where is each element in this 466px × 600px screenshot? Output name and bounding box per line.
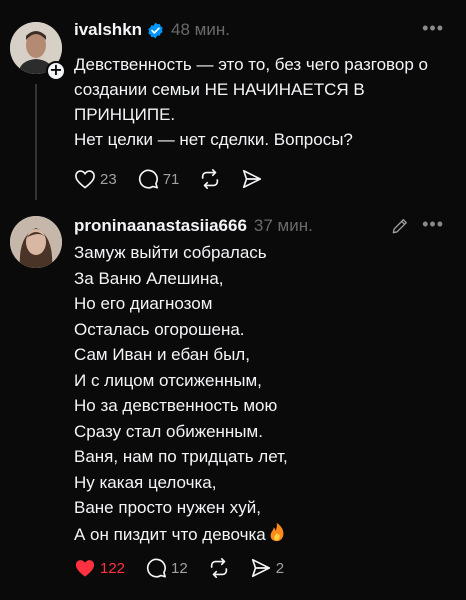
follow-plus-icon[interactable]: + (46, 61, 66, 81)
post-line: Ване просто нужен хуй, (74, 498, 261, 517)
post-actions: 122 12 2 (74, 557, 304, 579)
like-count: 122 (100, 559, 126, 577)
post-line: Девственность — это то, без чего разгово… (74, 55, 428, 124)
comment-icon (146, 558, 167, 578)
verified-badge-icon (148, 22, 163, 38)
post-text: Девственность — это то, без чего разгово… (74, 52, 458, 152)
username[interactable]: proninaanastasiia666 (74, 216, 247, 236)
username[interactable]: ivalshkn (74, 20, 142, 40)
more-options-icon[interactable]: ••• (422, 214, 444, 235)
post-line: Осталась огорошена. (74, 319, 245, 339)
repost-icon (210, 558, 227, 578)
post-actions: 23 71 (74, 168, 283, 190)
comment-icon (138, 169, 158, 189)
thread-line (35, 84, 37, 200)
thread-post: proninaanastasiia666 37 мин. ••• Замуж в… (0, 206, 466, 600)
avatar[interactable] (10, 216, 62, 268)
heart-icon (75, 170, 95, 189)
like-button[interactable]: 23 (74, 169, 117, 189)
share-count: 2 (275, 559, 285, 577)
post-line: Ну какая целочка, (74, 472, 217, 492)
send-icon (251, 558, 270, 578)
comment-button[interactable]: 71 (137, 168, 180, 190)
like-count: 23 (100, 170, 117, 188)
send-icon (243, 169, 262, 189)
post-line: Замуж выйти собралась (74, 243, 267, 262)
post-line: Сам Иван и ебан был, (74, 345, 250, 364)
fire-emoji-icon (270, 522, 284, 541)
post-line: Но его диагнозом (74, 294, 213, 313)
post-time: 37 мин. (253, 216, 313, 235)
repost-icon (202, 169, 219, 189)
post-line: Ваня, нам по тридцать лет, (74, 447, 288, 466)
share-button[interactable]: 2 (250, 557, 284, 579)
thread-post: + ivalshkn 48 мин. ••• Девственность — э… (0, 0, 466, 206)
post-time: 48 мин. (171, 20, 230, 39)
post-line: Нет целки — нет сделки. Вопросы? (74, 130, 353, 149)
comment-button[interactable]: 12 (145, 557, 188, 579)
comment-count: 71 (162, 170, 180, 188)
comment-count: 12 (171, 559, 188, 577)
repost-button[interactable] (208, 557, 230, 579)
share-button[interactable] (241, 168, 263, 190)
edit-pencil-icon[interactable] (390, 216, 410, 236)
post-line: Сразу стал обиженным. (74, 421, 263, 441)
more-options-icon[interactable]: ••• (422, 18, 444, 39)
post-line: Но за девственность мою (74, 396, 278, 415)
post-line: За Ваню Алешина, (74, 268, 224, 288)
post-header: proninaanastasiia666 37 мин. (74, 216, 313, 236)
post-line: И с лицом отсиженным, (74, 370, 262, 390)
like-button[interactable]: 122 (74, 558, 125, 578)
repost-button[interactable] (199, 168, 221, 190)
post-header: ivalshkn 48 мин. (74, 20, 230, 40)
post-line-last: А он пиздит что девочка (74, 521, 454, 548)
post-text: Замуж выйти собралась За Ваню Алешина, Н… (74, 240, 454, 547)
post-line: А он пиздит что девочка (74, 524, 266, 544)
heart-filled-icon (75, 560, 95, 577)
